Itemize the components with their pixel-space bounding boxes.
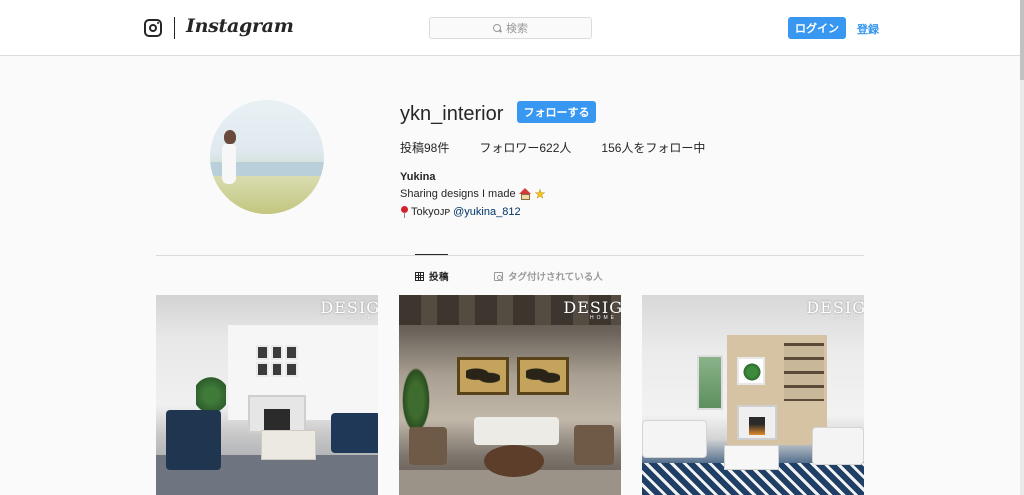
profile-avatar	[210, 100, 324, 214]
house-icon	[518, 188, 532, 200]
instagram-camera-icon[interactable]	[144, 19, 162, 37]
follow-button[interactable]: フォローする	[517, 101, 596, 123]
grid-icon	[415, 271, 424, 281]
following-count[interactable]: 156人をフォロー中	[601, 139, 705, 156]
search-placeholder: 検索	[506, 23, 528, 35]
top-nav: Instagram 検索 ログイン 登録	[0, 0, 1020, 56]
instagram-wordmark[interactable]: Instagram	[186, 15, 294, 37]
logo-divider	[174, 17, 175, 39]
post-thumbnail-1[interactable]: DESIG HOME	[156, 295, 378, 495]
star-icon: ★	[534, 187, 546, 201]
signup-link[interactable]: 登録	[857, 21, 879, 37]
post-brand-sub: HOME	[833, 315, 860, 321]
followers-count[interactable]: フォロワー622人	[479, 139, 571, 156]
profile-stats: 投稿98件 フォロワー622人 156人をフォロー中	[400, 139, 735, 156]
tab-posts[interactable]: 投稿	[415, 269, 449, 283]
bio-line-1: Sharing designs I made ★	[400, 187, 546, 201]
scroll-thumb[interactable]	[1020, 0, 1024, 80]
search-input[interactable]: 検索	[429, 17, 592, 39]
post-thumbnail-2[interactable]: DESIG HOME	[399, 295, 621, 495]
bio-location: Tokyoᴊᴘ	[411, 206, 451, 218]
tab-tagged[interactable]: タグ付けされている人	[494, 269, 603, 283]
post-thumbnail-3[interactable]: DESIG HOME	[642, 295, 864, 495]
profile-username: ykn_interior	[400, 103, 504, 125]
tag-icon	[494, 271, 503, 281]
tab-active-indicator	[415, 254, 448, 255]
bio-handle-link[interactable]: @yukina_812	[453, 206, 520, 218]
bio-text: Sharing designs I made	[400, 188, 516, 200]
page-scrollbar[interactable]	[1020, 0, 1024, 495]
tab-posts-label: 投稿	[429, 272, 450, 283]
post-brand-sub: HOME	[590, 315, 617, 321]
profile-full-name: Yukina	[400, 171, 436, 183]
tab-divider	[156, 255, 864, 256]
login-button[interactable]: ログイン	[788, 17, 846, 39]
posts-count: 投稿98件	[400, 141, 450, 155]
tab-tagged-label: タグ付けされている人	[508, 272, 603, 283]
pin-icon	[400, 206, 408, 218]
search-icon	[493, 23, 502, 33]
post-brand-sub: HOME	[347, 315, 374, 321]
bio-line-2: Tokyoᴊᴘ @yukina_812	[400, 206, 521, 218]
